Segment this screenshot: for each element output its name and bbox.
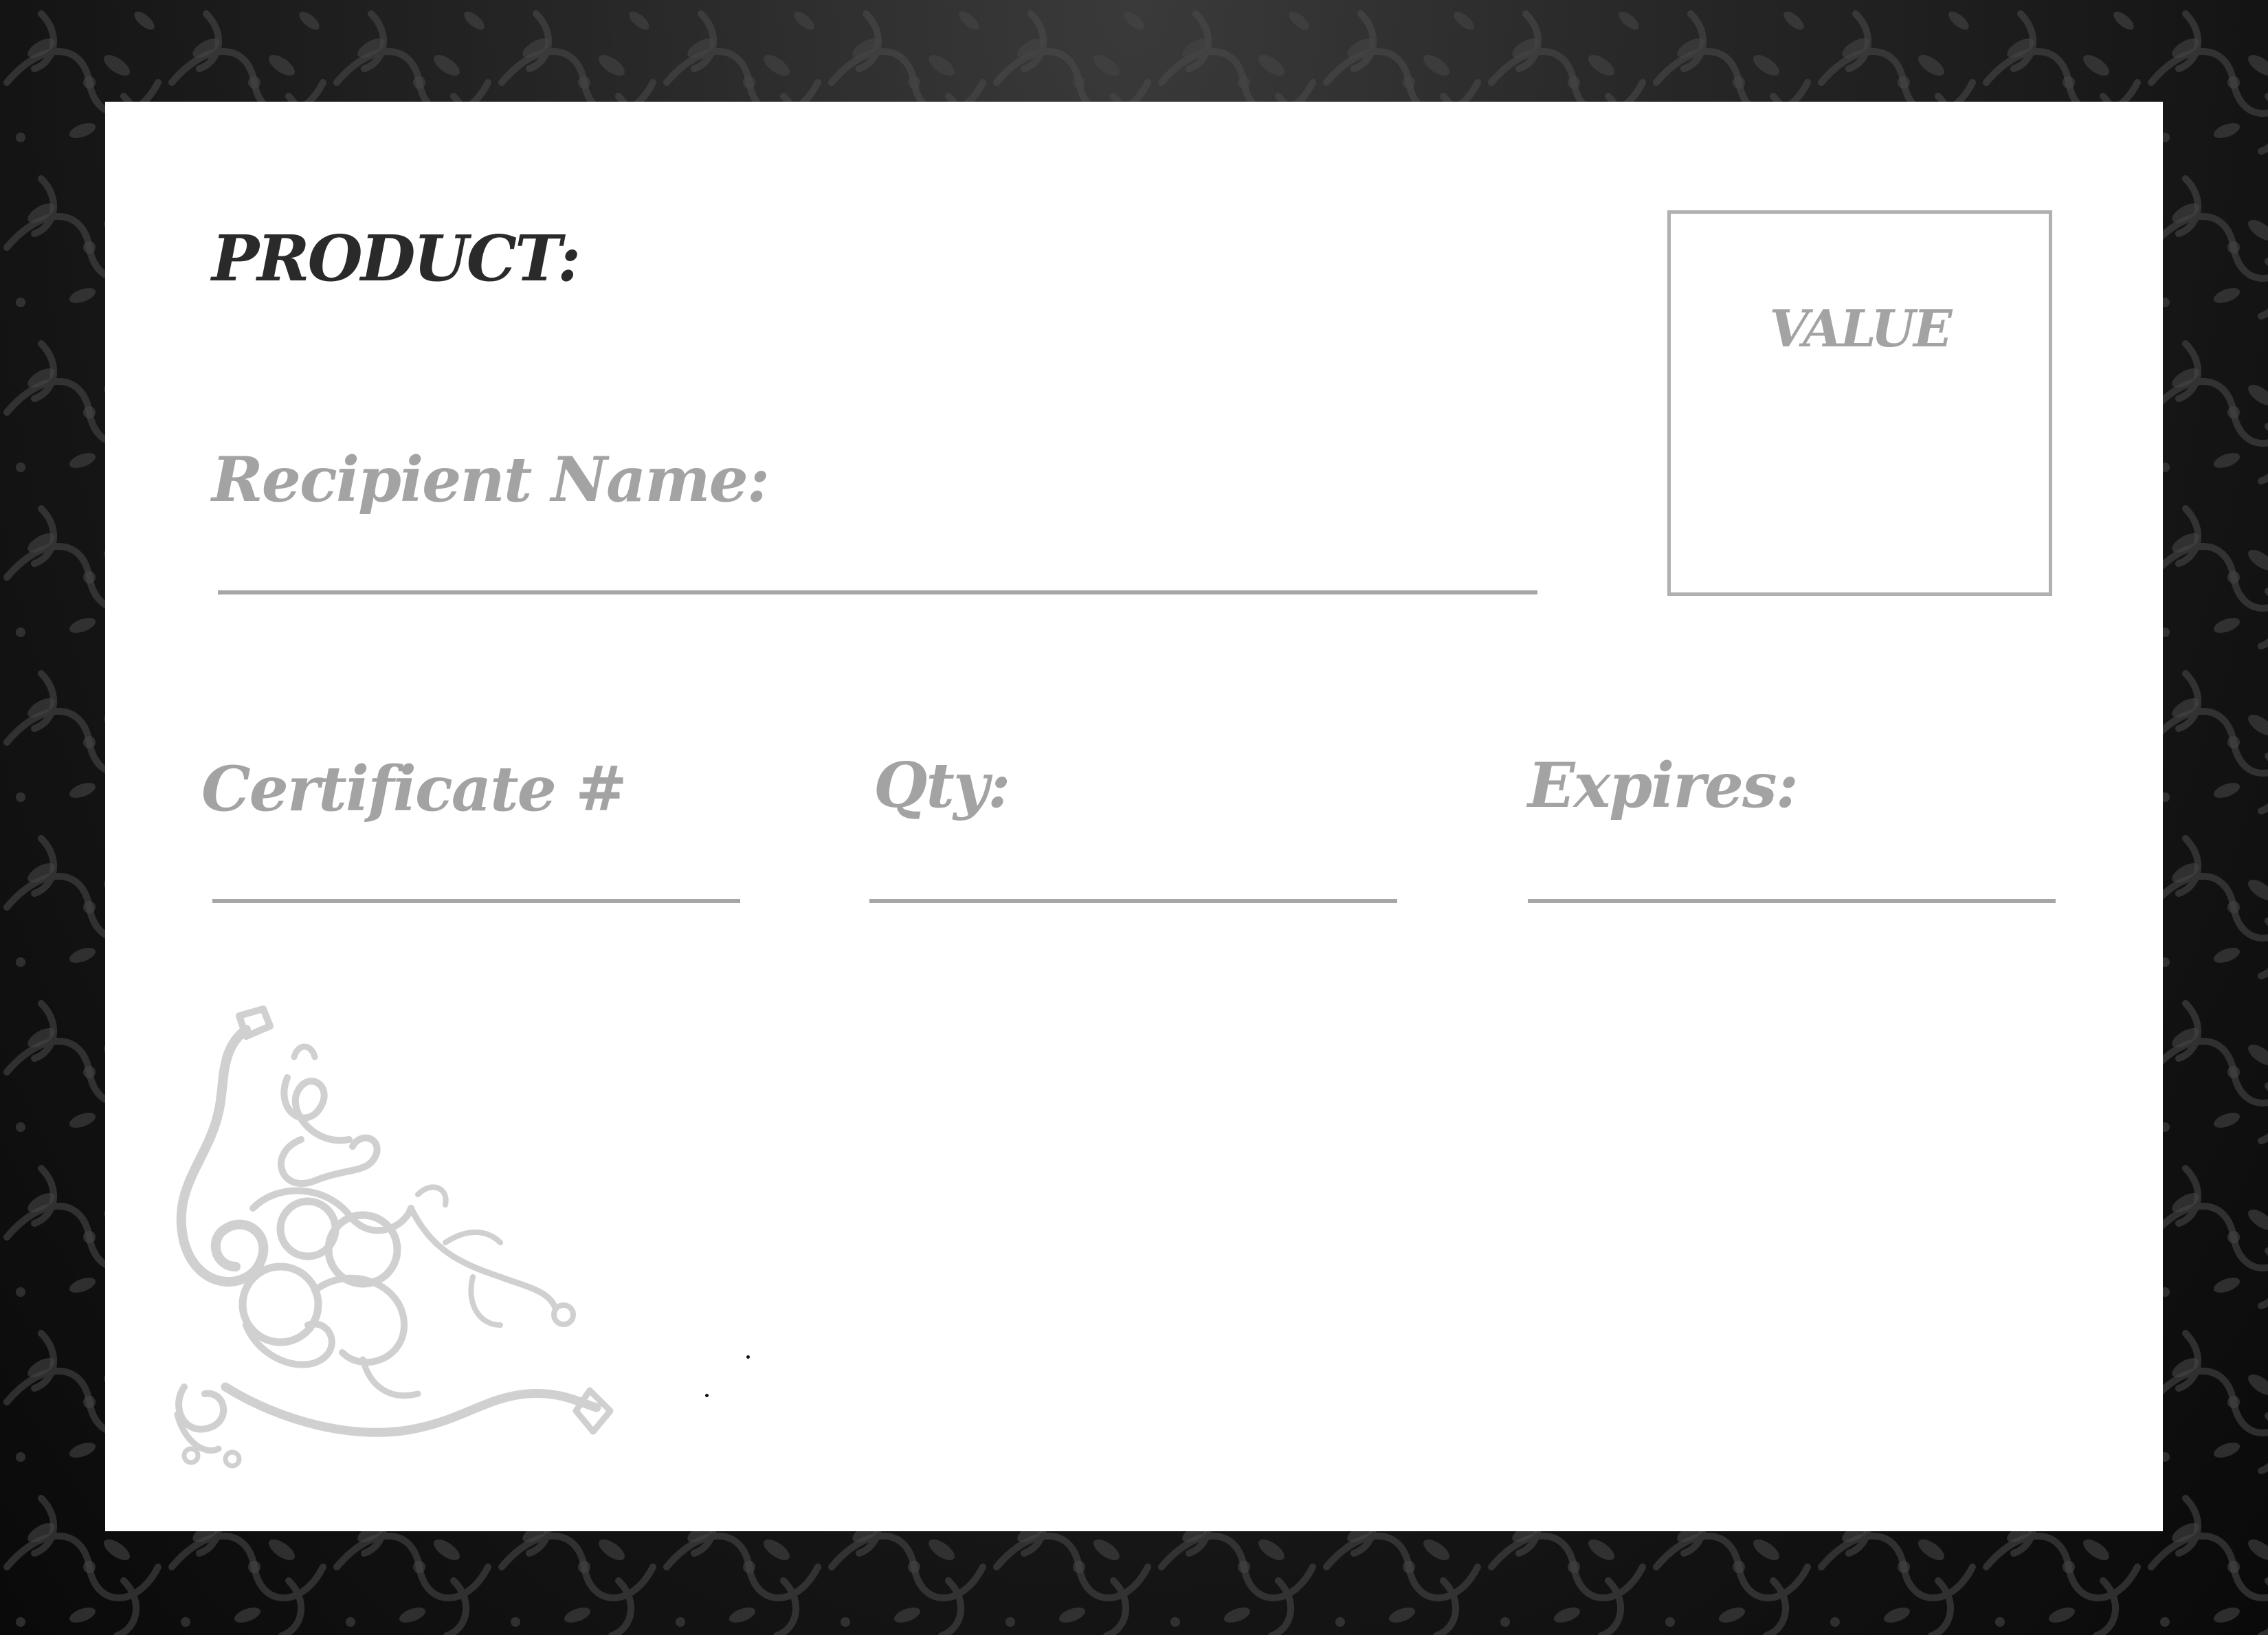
quantity-line xyxy=(869,899,1397,903)
expires-label: Expires: xyxy=(1528,749,1799,822)
damask-border-frame: PRODUCT: Recipient Name: VALUE Certifica… xyxy=(0,0,2268,1635)
product-label: PRODUCT: xyxy=(212,221,581,296)
certificate-number-label: Certificate # xyxy=(201,753,627,825)
recipient-name-label: Recipient Name: xyxy=(212,443,770,516)
corner-flourish-ornament xyxy=(174,1005,614,1469)
stray-dot xyxy=(746,1355,750,1359)
quantity-label: Qty: xyxy=(874,749,1010,822)
stray-dot xyxy=(705,1394,709,1397)
value-label: VALUE xyxy=(1769,300,1952,359)
expires-line xyxy=(1528,899,2056,903)
certificate-number-line xyxy=(212,899,740,903)
gift-certificate-card: PRODUCT: Recipient Name: VALUE Certifica… xyxy=(105,102,2163,1531)
recipient-name-line xyxy=(218,590,1537,594)
value-box: VALUE xyxy=(1667,210,2052,596)
